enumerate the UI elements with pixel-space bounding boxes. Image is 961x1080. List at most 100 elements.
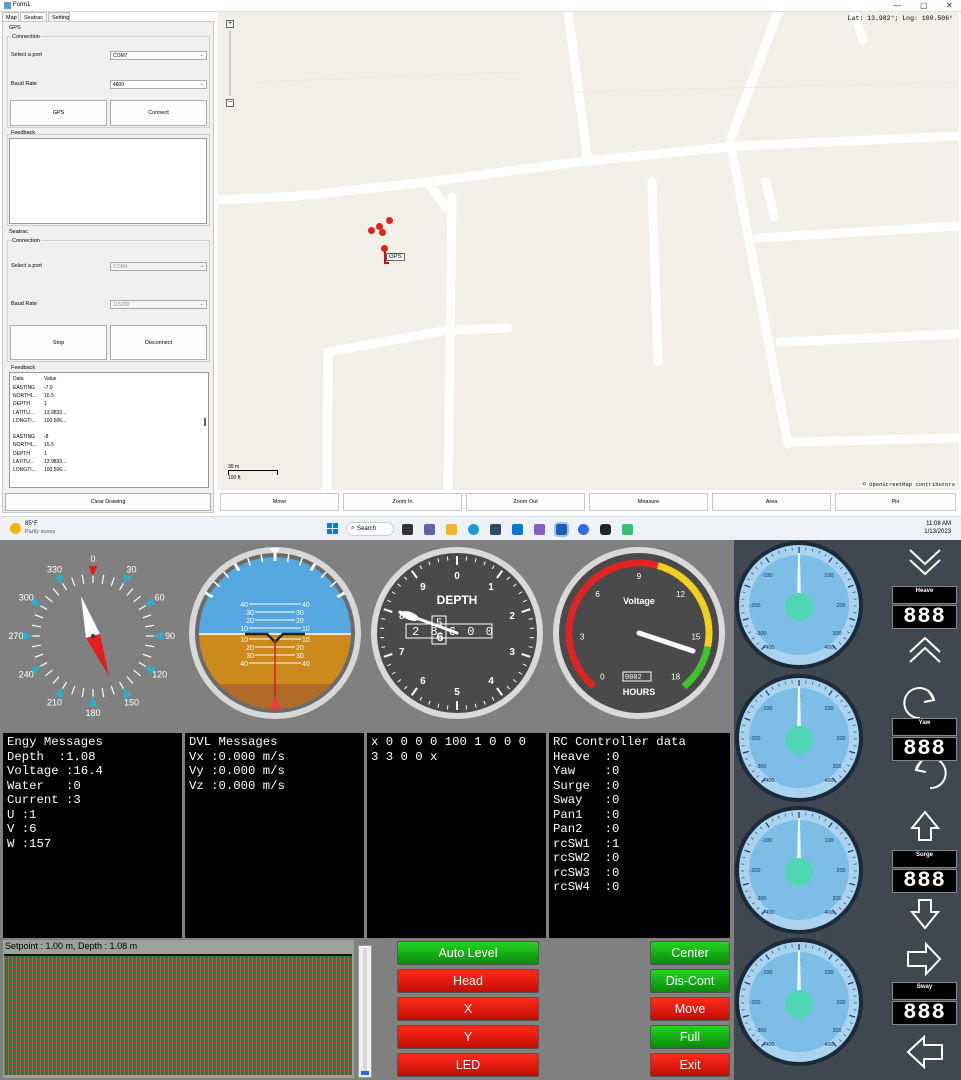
compass-label: 0 xyxy=(90,554,95,564)
depth-tick xyxy=(465,556,468,561)
compass-label: 240 xyxy=(19,670,34,680)
control-button-x[interactable]: X xyxy=(397,997,539,1021)
task-view-icon[interactable] xyxy=(402,524,413,535)
list-item-value: 1 xyxy=(44,401,47,408)
panel-line: Sway :0 xyxy=(553,793,620,807)
file-explorer-icon[interactable] xyxy=(446,524,457,535)
setpoint-label: Setpoint : 1.00 m, Depth : 1.08 m xyxy=(5,941,138,951)
map-view[interactable]: + − Lat: 13.982°; Lng: 100.506° GPS 30 m… xyxy=(218,12,959,490)
control-button-center[interactable]: Center xyxy=(650,941,730,965)
left-pane: GPS Connection Select a port COM7 ⌄ Baud … xyxy=(2,21,214,513)
list-item-value: 16.5 xyxy=(44,393,54,400)
compass-tick xyxy=(126,676,134,684)
seatrac-port-select[interactable]: COM4 ⌄ xyxy=(110,262,207,271)
thruster-dial-label: 300 xyxy=(832,1028,841,1034)
gps-port-select[interactable]: COM7 ⌄ xyxy=(110,51,207,60)
thruster-label-surge: Surge xyxy=(892,850,957,868)
scale-feet: 100 ft xyxy=(228,475,241,481)
compass-tick xyxy=(31,624,41,628)
thruster-dial-label: 400 xyxy=(824,1042,833,1048)
gps-baud-value: 4800 xyxy=(113,82,125,88)
taskbar-search-label: Search xyxy=(357,526,377,532)
pitch-label: 30 xyxy=(296,610,304,617)
zoom-slider-track[interactable] xyxy=(229,31,231,96)
panel-line: W :157 xyxy=(7,836,52,851)
voltage-label: 0 xyxy=(600,673,605,682)
app-green-icon[interactable] xyxy=(622,524,633,535)
zoom-in-button[interactable]: + xyxy=(226,20,234,28)
control-button-y[interactable]: Y xyxy=(397,1025,539,1049)
control-button-dis-cont[interactable]: Dis-Cont xyxy=(650,969,730,993)
panel-line: U :1 xyxy=(7,807,37,822)
panel-line: Vy :0.000 m/s xyxy=(189,764,285,778)
app-blue-icon[interactable] xyxy=(578,524,589,535)
gps-feedback-textarea[interactable] xyxy=(9,138,207,224)
seatrac-feedback-list[interactable]: Data Value EASTING -7.9 NORTHI... 16.5 DEPTH… xyxy=(9,372,209,488)
control-button-led[interactable]: LED xyxy=(397,1053,539,1077)
panel-line: Vx :0.000 m/s xyxy=(189,749,285,764)
area-button[interactable]: Area xyxy=(712,493,831,511)
zoom-out-map-button[interactable]: Zoom Out xyxy=(466,493,585,511)
control-button-head[interactable]: Head xyxy=(397,969,539,993)
stop-button[interactable]: Stop xyxy=(10,325,107,360)
edge-icon[interactable] xyxy=(468,524,479,535)
panel-line: Pan2 :0 xyxy=(553,822,620,836)
form-app-icon[interactable] xyxy=(554,522,569,537)
compass-marker xyxy=(88,566,98,576)
depth-tick xyxy=(446,556,449,561)
seatrac-baud-select[interactable]: 115200 ⌄ xyxy=(110,300,207,309)
disconnect-button[interactable]: Disconnect xyxy=(110,325,207,360)
pin-button[interactable]: Pin xyxy=(835,493,956,511)
zoom-in-map-button[interactable]: Zoom In xyxy=(343,493,462,511)
gps-baud-select[interactable]: 4800 ⌄ xyxy=(110,80,207,89)
control-button-exit[interactable]: Exit xyxy=(650,1053,730,1077)
control-button-full[interactable]: Full xyxy=(650,1025,730,1049)
depth-label: 3 xyxy=(509,647,515,658)
control-button-move[interactable]: Move xyxy=(650,997,730,1021)
zoom-out-button[interactable]: − xyxy=(226,99,234,107)
thruster-dial-label: -400 xyxy=(763,910,774,916)
list-item-value: 1 xyxy=(44,450,47,457)
minimize-button[interactable]: — xyxy=(893,1,901,10)
move-button[interactable]: Move xyxy=(220,493,339,511)
chevron-down-icon: ⌄ xyxy=(199,301,204,307)
compass-tick xyxy=(31,644,41,648)
maximize-button[interactable]: ▢ xyxy=(920,1,928,10)
store-icon[interactable] xyxy=(490,524,501,535)
compass-tick xyxy=(81,574,85,584)
camera-icon[interactable] xyxy=(600,524,611,535)
panel-line: rcSW4 :0 xyxy=(553,880,620,894)
thruster-dial-label: 100 xyxy=(824,573,833,579)
scrollbar-thumb[interactable] xyxy=(204,418,206,426)
list-item-data: LONGTI... xyxy=(13,417,36,424)
close-button[interactable]: ✕ xyxy=(946,1,953,10)
connect-button[interactable]: Connect xyxy=(110,100,207,126)
vscode-icon[interactable] xyxy=(512,524,523,535)
list-item-data: LATITU... xyxy=(13,409,35,416)
compass-tick xyxy=(110,685,115,695)
control-button-auto-level[interactable]: Auto Level xyxy=(397,941,539,965)
weather-icon[interactable] xyxy=(10,523,21,534)
thruster-dial-label: -200 xyxy=(749,603,760,609)
pitch-label: 40 xyxy=(302,602,310,609)
measure-button[interactable]: Measure xyxy=(589,493,708,511)
thruster-dial-hub xyxy=(785,593,813,621)
panel-heading: Engy Messages xyxy=(7,735,103,749)
clear-drawing-button[interactable]: Clear Drawing xyxy=(5,493,211,511)
gps-button[interactable]: GPS xyxy=(10,100,107,126)
weather-temp: 85°F xyxy=(25,521,38,527)
windows-start-icon[interactable] xyxy=(327,523,338,534)
pitch-label: 20 xyxy=(246,618,254,625)
arrow-up-icon xyxy=(909,810,941,841)
list-item-value: 100.506... xyxy=(44,417,67,424)
depth-label: 0 xyxy=(454,571,460,582)
panel-heading: x 0 0 0 0 100 1 0 0 0 xyxy=(371,735,526,749)
compass-tick xyxy=(110,577,115,587)
visual-studio-icon[interactable] xyxy=(534,524,545,535)
teams-icon[interactable] xyxy=(424,524,435,535)
thruster-dial-label: -100 xyxy=(761,573,772,579)
panel-heading: DVL Messages xyxy=(189,735,278,749)
map-attribution: © OpenStreetMap contributors xyxy=(860,481,957,488)
thruster-dial-label: -300 xyxy=(755,896,766,902)
thruster-label-heave: Heave xyxy=(892,586,957,604)
